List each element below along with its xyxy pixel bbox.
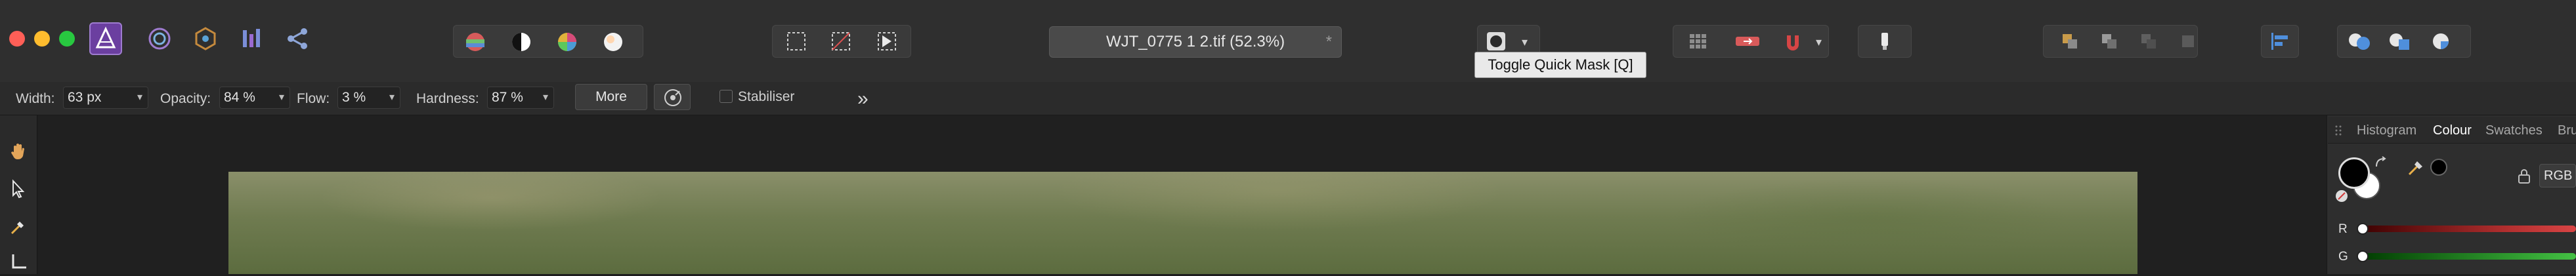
tab-brushes[interactable]: Bru — [2558, 123, 2576, 138]
window-zoom-button[interactable] — [59, 31, 75, 47]
chevron-down-icon: ▾ — [137, 92, 142, 103]
opacity-value: 84 % — [224, 90, 255, 105]
export-persona-icon[interactable] — [281, 22, 314, 55]
expand-toolbar-icon[interactable]: » — [857, 88, 869, 110]
tone-mapping-persona-icon[interactable] — [235, 22, 268, 55]
brush-settings-button[interactable] — [654, 84, 691, 110]
photo-persona-icon[interactable] — [89, 22, 122, 55]
tab-swatches[interactable]: Swatches — [2485, 123, 2543, 138]
snapping-dropdown-icon[interactable]: ▾ — [1816, 35, 1822, 49]
colour-picker-icon[interactable] — [2405, 156, 2428, 178]
chevron-down-icon: ▾ — [542, 92, 548, 103]
picked-colour-swatch[interactable] — [2430, 159, 2447, 176]
move-to-back-icon[interactable] — [2059, 30, 2081, 56]
invert-selection-icon[interactable] — [876, 30, 898, 56]
window-minimize-button[interactable] — [34, 31, 50, 47]
stabiliser-label: Stabiliser — [738, 89, 795, 104]
add-shape-icon[interactable] — [2346, 30, 2372, 56]
hardness-value: 87 % — [492, 90, 523, 105]
grid-icon[interactable] — [1687, 30, 1709, 56]
hand-tool-icon[interactable] — [8, 140, 29, 161]
levels-icon[interactable] — [463, 30, 487, 57]
quick-mask-tooltip: Toggle Quick Mask [Q] — [1474, 52, 1646, 78]
force-pressure-icon[interactable] — [1875, 30, 1895, 56]
develop-persona-icon[interactable] — [189, 22, 222, 55]
document-image[interactable] — [228, 172, 2137, 274]
color-picker-tool-icon[interactable] — [8, 216, 29, 237]
document-title-tab[interactable]: WJT_0775 1 2.tif (52.3%) * — [1049, 26, 1342, 58]
primary-colour-well[interactable] — [2338, 157, 2370, 189]
swap-colours-icon[interactable] — [2372, 155, 2390, 172]
marquee-select-icon[interactable] — [785, 30, 807, 56]
slider-r-label: R — [2338, 222, 2348, 236]
hardness-label: Hardness: — [416, 91, 479, 106]
drag-handle-icon[interactable] — [2334, 125, 2342, 136]
flow-label: Flow: — [297, 91, 330, 106]
deselect-icon[interactable] — [830, 30, 852, 56]
slider-g-track[interactable] — [2358, 253, 2576, 260]
tab-colour[interactable]: Colour — [2433, 123, 2472, 138]
slider-r-knob[interactable] — [2357, 223, 2369, 235]
white-balance-icon[interactable] — [601, 30, 625, 57]
tools-panel — [0, 115, 37, 274]
window-close-button[interactable] — [9, 31, 25, 47]
document-modified-mark: * — [1325, 33, 1332, 50]
width-label: Width: — [16, 91, 55, 106]
colour-model-select[interactable]: RGB — [2539, 164, 2576, 187]
move-back-one-icon[interactable] — [2098, 30, 2120, 56]
snapping-magnet-icon[interactable] — [1782, 30, 1804, 56]
lock-icon[interactable] — [2517, 168, 2531, 185]
slider-g-label: G — [2338, 250, 2348, 264]
black-white-icon[interactable] — [509, 30, 533, 57]
opacity-field[interactable]: 84 % ▾ — [219, 87, 290, 109]
hsl-icon[interactable] — [555, 30, 579, 57]
move-to-front-icon[interactable] — [2177, 30, 2199, 56]
move-forward-one-icon[interactable] — [2137, 30, 2160, 56]
width-value: 63 px — [68, 90, 102, 105]
no-fill-icon[interactable] — [2336, 190, 2348, 202]
flow-value: 3 % — [342, 90, 366, 105]
crop-tool-icon[interactable] — [8, 252, 29, 273]
more-button[interactable]: More — [575, 84, 647, 110]
move-tool-icon[interactable] — [8, 178, 29, 199]
brush-settings-icon — [664, 89, 681, 106]
subtract-shape-icon[interactable] — [2387, 30, 2413, 56]
stabiliser-checkbox[interactable] — [719, 90, 733, 103]
quick-mask-dropdown-icon[interactable]: ▾ — [1522, 35, 1528, 49]
chevron-down-icon: ▾ — [278, 92, 284, 103]
flow-field[interactable]: 3 % ▾ — [337, 87, 400, 109]
main-toolbar: WJT_0775 1 2.tif (52.3%) * ▾ ▾ — [0, 0, 2576, 82]
document-title: WJT_0775 1 2.tif (52.3%) — [1106, 33, 1285, 50]
intersect-shape-icon[interactable] — [2429, 30, 2455, 56]
hardness-field[interactable]: 87 % ▾ — [487, 87, 554, 109]
opacity-label: Opacity: — [160, 91, 211, 106]
chevron-down-icon: ▾ — [389, 92, 395, 103]
tab-histogram[interactable]: Histogram — [2357, 123, 2416, 138]
slider-r-track[interactable] — [2358, 226, 2576, 232]
liquify-persona-icon[interactable] — [143, 22, 176, 55]
slider-g-knob[interactable] — [2357, 250, 2369, 262]
assistant-icon[interactable] — [1734, 30, 1761, 56]
align-icon[interactable] — [2269, 30, 2291, 56]
width-field[interactable]: 63 px ▾ — [63, 87, 148, 109]
